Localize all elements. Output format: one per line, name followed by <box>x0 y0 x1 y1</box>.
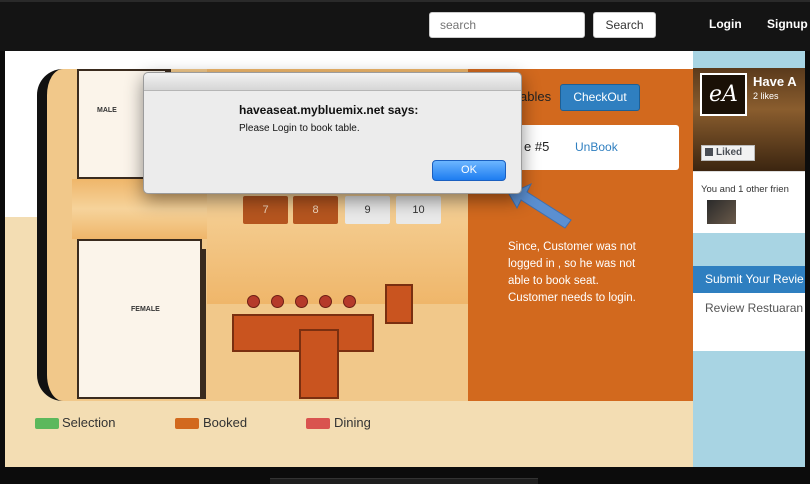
sidebar: eA Have A 2 likes Liked You and 1 other … <box>693 51 805 467</box>
legend-label-booked: Booked <box>203 415 248 430</box>
dialog-message: Please Login to book table. <box>239 123 360 134</box>
bar-stool <box>343 295 356 308</box>
small-table <box>385 284 413 324</box>
page-logo: eA <box>700 73 747 116</box>
tables-label: ables <box>520 89 552 104</box>
page-likes: 2 likes <box>753 91 779 101</box>
friends-box: You and 1 other frien <box>693 171 805 233</box>
legend-swatch-dining <box>306 418 330 429</box>
bar-stool <box>295 295 308 308</box>
female-restroom: FEMALE <box>77 239 202 399</box>
booked-table-card: e #5 UnBook <box>498 125 679 170</box>
bottom-tabs <box>270 478 538 484</box>
review-link[interactable]: Review Restuaran <box>705 301 803 315</box>
bar-counter-side <box>299 329 339 399</box>
dialog-title: haveaseat.mybluemix.net says: <box>239 103 419 117</box>
legend-label-dining: Dining <box>334 415 371 430</box>
booked-table-label: e #5 <box>524 139 550 154</box>
search-button[interactable]: Search <box>593 12 656 38</box>
dialog-titlebar <box>144 73 521 91</box>
checkout-button[interactable]: CheckOut <box>560 84 640 111</box>
table-7-button[interactable]: 7 <box>243 196 288 224</box>
page-name[interactable]: Have A <box>753 74 797 89</box>
friend-avatar[interactable] <box>707 200 736 224</box>
friends-text: You and 1 other frien <box>701 184 789 195</box>
bar-stool <box>247 295 260 308</box>
liked-button[interactable]: Liked <box>701 145 755 161</box>
top-navbar: Search Login Signup <box>0 0 810 51</box>
login-link[interactable]: Login <box>709 17 742 31</box>
bar-stool <box>271 295 284 308</box>
signup-link[interactable]: Signup <box>767 17 808 31</box>
legend-swatch-booked <box>175 418 199 429</box>
search-input[interactable] <box>429 12 585 38</box>
legend-swatch-selection <box>35 418 59 429</box>
review-box: Review Restuaran <box>693 293 805 351</box>
ok-button[interactable]: OK <box>432 160 506 181</box>
liked-label: Liked <box>716 147 743 158</box>
annotation-note: Since, Customer was not logged in , so h… <box>508 241 636 304</box>
unbook-link[interactable]: UnBook <box>575 140 618 154</box>
table-9-button[interactable]: 9 <box>345 196 390 224</box>
facebook-page-card[interactable]: eA Have A 2 likes Liked <box>693 68 805 171</box>
bar-stool <box>319 295 332 308</box>
table-10-button[interactable]: 10 <box>396 196 441 224</box>
alert-dialog: haveaseat.mybluemix.net says: Please Log… <box>143 72 522 194</box>
review-header: Submit Your Revie <box>693 266 805 293</box>
table-8-button[interactable]: 8 <box>293 196 338 224</box>
legend-label-selection: Selection <box>62 415 116 430</box>
facebook-icon <box>705 148 713 156</box>
wall <box>202 249 206 399</box>
browser-frame: Search Login Signup MALE FEMALE 7 <box>0 0 810 484</box>
